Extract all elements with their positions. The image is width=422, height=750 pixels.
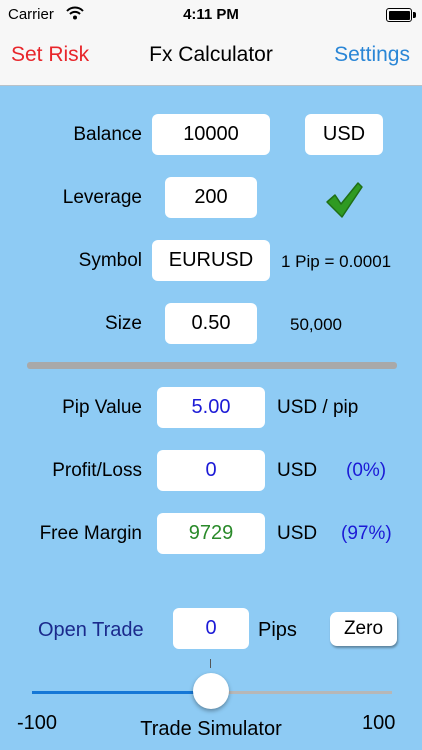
size-label: Size: [105, 313, 142, 334]
slider-track-empty[interactable]: [212, 691, 392, 694]
symbol-field[interactable]: EURUSD: [152, 240, 270, 281]
profit-loss-unit: USD: [277, 460, 318, 481]
trade-simulator-label: Trade Simulator: [140, 718, 282, 740]
free-margin-field: 9729: [157, 513, 265, 554]
symbol-label: Symbol: [78, 250, 142, 271]
currency-selector[interactable]: USD: [305, 114, 383, 155]
zero-button[interactable]: Zero: [330, 612, 397, 646]
open-trade-field[interactable]: 0: [173, 608, 249, 649]
battery-icon: [386, 8, 416, 22]
checkmark-icon: [326, 182, 363, 218]
pip-value-label: Pip Value: [62, 397, 142, 418]
status-bar: Carrier 4:11 PM: [0, 0, 422, 30]
slider-center-tick: [210, 659, 211, 668]
slider-track-filled[interactable]: [32, 691, 212, 694]
navigation-bar: Set Risk Fx Calculator Settings: [0, 30, 422, 86]
free-margin-unit: USD: [277, 523, 318, 544]
pip-value-field: 5.00: [157, 387, 265, 428]
leverage-field[interactable]: 200: [165, 177, 257, 218]
leverage-label: Leverage: [62, 187, 142, 208]
balance-label: Balance: [73, 124, 142, 145]
slider-max-label: 100: [362, 712, 396, 734]
balance-field[interactable]: 10000: [152, 114, 270, 155]
section-divider: [27, 362, 397, 369]
trade-simulator-slider-thumb[interactable]: [193, 673, 229, 709]
size-units-text: 50,000: [290, 315, 342, 334]
free-margin-percent: (97%): [341, 523, 392, 544]
open-trade-label: Open Trade: [38, 619, 144, 641]
pip-size-text: 1 Pip = 0.0001: [281, 252, 392, 271]
profit-loss-field: 0: [157, 450, 265, 491]
size-field[interactable]: 0.50: [165, 303, 257, 344]
profit-loss-percent: (0%): [346, 460, 387, 481]
status-time: 4:11 PM: [183, 6, 239, 23]
pip-value-unit: USD / pip: [277, 397, 359, 418]
free-margin-label: Free Margin: [39, 523, 142, 544]
settings-button[interactable]: Settings: [334, 43, 410, 67]
pips-unit-label: Pips: [258, 619, 297, 641]
profit-loss-label: Profit/Loss: [52, 460, 142, 481]
